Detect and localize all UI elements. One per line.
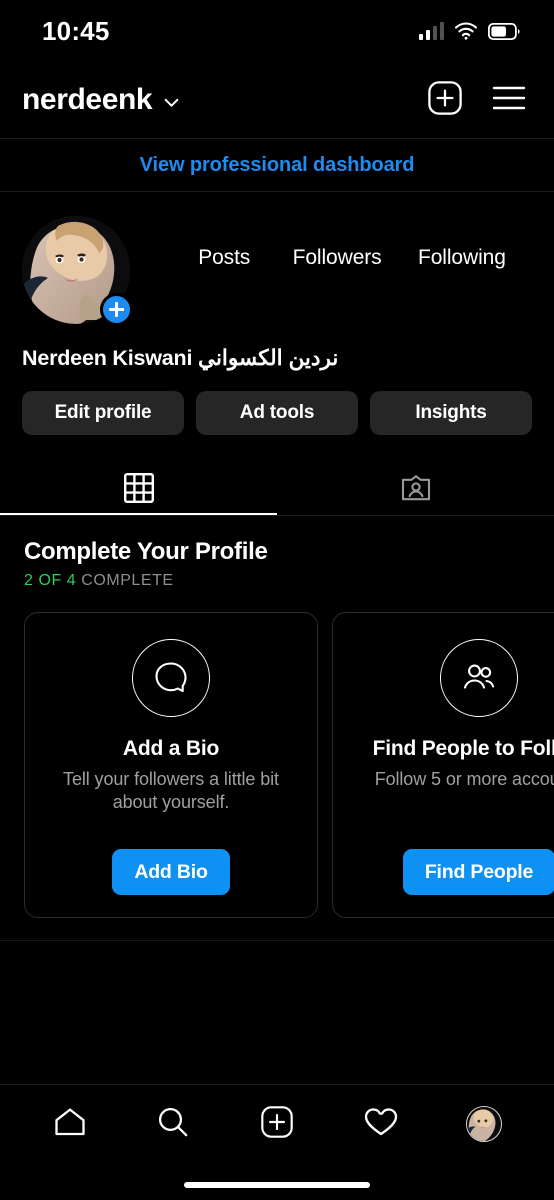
chevron-down-icon (163, 90, 180, 111)
card-add-bio[interactable]: Add a Bio Tell your followers a little b… (24, 612, 318, 918)
ad-tools-button[interactable]: Ad tools (196, 391, 358, 435)
tagged-person-icon (401, 473, 431, 503)
avatar-container[interactable] (22, 216, 133, 326)
card-title: Add a Bio (122, 737, 220, 760)
complete-profile-progress: 2 OF 4 COMPLETE (0, 566, 554, 590)
display-name: Nerdeen Kiswani نردين الكسواني (22, 346, 339, 370)
profile-tabs (0, 461, 554, 515)
stat-posts[interactable]: Posts (192, 246, 256, 270)
status-indicators (418, 22, 521, 40)
hamburger-menu-icon[interactable] (492, 85, 526, 116)
stat-label: Posts (198, 246, 251, 269)
grid-icon (123, 473, 154, 503)
plus-square-icon[interactable] (428, 80, 462, 120)
edit-profile-button[interactable]: Edit profile (22, 391, 184, 435)
profile-header-row: Posts Followers Following (0, 192, 554, 326)
app-header: nerdeenk (0, 62, 554, 138)
nav-items (0, 1085, 554, 1163)
stat-following[interactable]: Following (418, 246, 506, 270)
plus-square-icon (261, 1105, 293, 1143)
complete-profile-cards[interactable]: Add a Bio Tell your followers a little b… (0, 590, 554, 918)
profile-stats: Posts Followers Following (130, 216, 532, 270)
card-description: Tell your followers a little bit about y… (63, 769, 279, 813)
people-circle-icon (440, 639, 518, 717)
instagram-profile-screen: 10:45 nerdeenk View professional dashboa… (0, 0, 554, 1200)
search-icon (157, 1106, 189, 1143)
username-label: nerdeenk (22, 83, 153, 116)
insights-button[interactable]: Insights (370, 391, 532, 435)
card-title: Find People to Follow (372, 737, 554, 760)
header-actions (428, 80, 526, 120)
heart-icon (364, 1107, 398, 1142)
card-find-people[interactable]: Find People to Follow Follow 5 or more a… (332, 612, 554, 918)
nav-activity[interactable] (352, 1095, 410, 1153)
pro-dashboard-label: View professional dashboard (139, 153, 415, 176)
cellular-bars-icon (418, 22, 444, 40)
view-professional-dashboard-link[interactable]: View professional dashboard (0, 138, 554, 192)
progress-word: COMPLETE (81, 572, 174, 589)
add-bio-button[interactable]: Add Bio (112, 849, 230, 895)
bottom-navigation-bar (0, 1084, 554, 1200)
home-icon (54, 1107, 86, 1142)
home-indicator (184, 1182, 370, 1188)
nav-home[interactable] (41, 1095, 99, 1153)
speech-bubble-circle-icon (132, 639, 210, 717)
profile-avatar-icon (466, 1106, 503, 1142)
wifi-icon (454, 22, 478, 40)
progress-count: 2 OF 4 (24, 572, 77, 589)
complete-profile-title: Complete Your Profile (24, 538, 268, 565)
account-switcher[interactable]: nerdeenk (22, 83, 180, 117)
status-time: 10:45 (42, 15, 110, 46)
tab-grid[interactable] (0, 461, 277, 515)
active-tab-underline (0, 513, 277, 515)
battery-icon (488, 22, 520, 40)
nav-profile[interactable] (455, 1095, 513, 1153)
status-bar: 10:45 (0, 0, 554, 62)
stat-label: Following (417, 246, 506, 269)
complete-your-profile-section: Complete Your Profile 2 OF 4 COMPLETE Ad… (0, 516, 554, 941)
nav-search[interactable] (144, 1095, 202, 1153)
stat-label: Followers (292, 246, 382, 269)
tab-tagged[interactable] (277, 461, 554, 515)
nav-create[interactable] (248, 1095, 306, 1153)
find-people-button[interactable]: Find People (402, 849, 554, 895)
section-divider (0, 940, 554, 941)
add-story-plus-icon[interactable] (100, 293, 133, 326)
profile-action-buttons: Edit profile Ad tools Insights (0, 371, 554, 435)
card-description: Follow 5 or more accounts (374, 769, 554, 789)
stat-followers[interactable]: Followers (293, 246, 382, 270)
